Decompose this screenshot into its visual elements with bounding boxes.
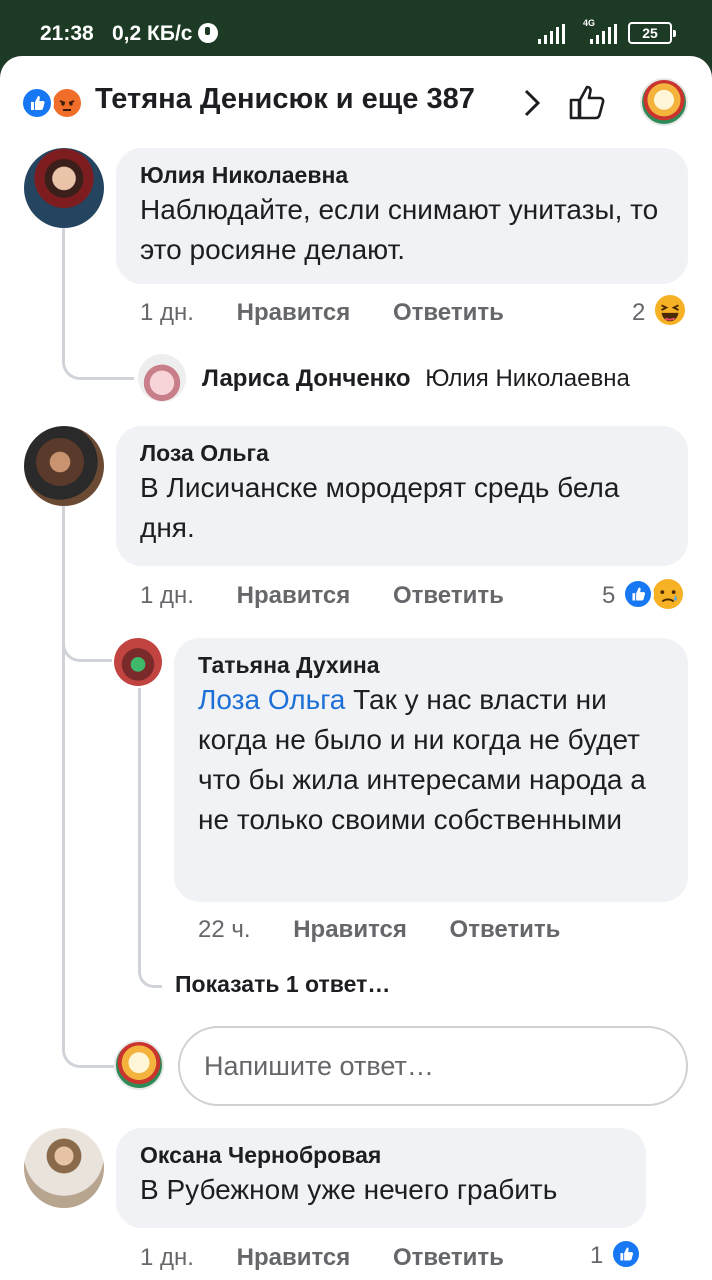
- like-icon: [20, 86, 54, 120]
- avatar[interactable]: [24, 426, 104, 506]
- reply-input-placeholder: Напишите ответ…: [204, 1051, 434, 1081]
- reply-to-name: Юлия Николаевна: [425, 365, 630, 392]
- status-time: 21:38: [40, 22, 94, 45]
- comment-text: Лоза Ольга Так у нас власти ни когда не …: [198, 680, 666, 840]
- comment-actions: 1 дн. Нравится Ответить: [140, 299, 504, 327]
- reply-button[interactable]: Ответить: [393, 582, 504, 609]
- reply-preview[interactable]: Лариса Донченко Юлия Николаевна: [202, 365, 630, 393]
- comment-author[interactable]: Юлия Николаевна: [140, 160, 666, 190]
- signal-icon: [538, 24, 566, 44]
- comment-text: В Рубежном уже нечего грабить: [140, 1174, 558, 1205]
- signal-4g-icon: [590, 24, 620, 44]
- thread-connector: [138, 688, 162, 988]
- like-icon: [622, 578, 654, 610]
- avatar[interactable]: [138, 354, 186, 402]
- reactors-summary[interactable]: Тетяна Денисюк и еще 387: [95, 83, 475, 116]
- reactions-header[interactable]: Тетяна Денисюк и еще 387: [0, 56, 712, 144]
- page-avatar[interactable]: [640, 78, 688, 126]
- comment-actions: 1 дн. Нравится Ответить: [140, 582, 504, 610]
- angry-icon: [50, 86, 84, 120]
- comment-bubble: Лоза Ольга В Лисичанске мородерят средь …: [116, 426, 688, 566]
- comment-text: Наблюдайте, если снимают унитазы, то это…: [140, 194, 659, 265]
- thread-connector: [62, 616, 112, 662]
- comment-actions: 22 ч. Нравится Ответить: [198, 916, 560, 944]
- current-user-avatar: [114, 1040, 164, 1090]
- reply-button[interactable]: Ответить: [393, 1244, 504, 1271]
- comment-author[interactable]: Оксана Чернобровая: [140, 1140, 624, 1170]
- comment-author[interactable]: Татьяна Духина: [198, 650, 666, 680]
- like-button[interactable]: Нравится: [293, 916, 407, 943]
- comment-text: В Лисичанске мородерят средь бела дня.: [140, 472, 620, 543]
- sad-icon: [652, 578, 684, 610]
- show-more-replies-link[interactable]: Показать 1 ответ…: [175, 971, 390, 998]
- reply-bubble: Татьяна Духина Лоза Ольга Так у нас влас…: [174, 638, 688, 902]
- like-icon: [610, 1238, 642, 1270]
- reaction-count[interactable]: 5: [602, 582, 615, 610]
- like-button[interactable]: Нравится: [237, 299, 351, 326]
- reaction-count[interactable]: 2: [632, 299, 645, 327]
- reply-button[interactable]: Ответить: [393, 299, 504, 326]
- avatar[interactable]: [24, 1128, 104, 1208]
- notification-icon: [198, 23, 218, 43]
- battery-icon: 25: [628, 22, 676, 44]
- like-button[interactable]: Нравится: [237, 582, 351, 609]
- reply-button[interactable]: Ответить: [450, 916, 561, 943]
- comment-time: 22 ч.: [198, 916, 251, 943]
- avatar[interactable]: [24, 148, 104, 228]
- network-speed: 0,2 КБ/с: [112, 22, 193, 45]
- like-outline-icon[interactable]: [566, 80, 610, 124]
- reply-author[interactable]: Лариса Донченко: [202, 365, 411, 392]
- comment-author[interactable]: Лоза Ольга: [140, 438, 666, 468]
- avatar[interactable]: [114, 638, 162, 686]
- battery-level: 25: [642, 25, 658, 41]
- chevron-right-icon[interactable]: [515, 86, 549, 120]
- comment-bubble: Оксана Чернобровая В Рубежном уже нечего…: [116, 1128, 646, 1228]
- reply-input[interactable]: Напишите ответ…: [178, 1026, 688, 1106]
- like-button[interactable]: Нравится: [237, 1244, 351, 1271]
- reaction-count[interactable]: 1: [590, 1242, 603, 1270]
- haha-icon: [654, 294, 686, 326]
- comment-actions: 1 дн. Нравится Ответить: [140, 1244, 504, 1272]
- comment-time: 1 дн.: [140, 299, 194, 326]
- comments-sheet: Тетяна Денисюк и еще 387 Юлия Николаевна…: [0, 56, 712, 1280]
- mention-link[interactable]: Лоза Ольга: [198, 684, 345, 715]
- comment-bubble: Юлия Николаевна Наблюдайте, если снимают…: [116, 148, 688, 284]
- status-bar: 21:38 0,2 КБ/с 4G 25: [0, 0, 712, 56]
- comment-time: 1 дн.: [140, 1244, 194, 1271]
- thread-connector: [62, 662, 114, 1068]
- comment-time: 1 дн.: [140, 582, 194, 609]
